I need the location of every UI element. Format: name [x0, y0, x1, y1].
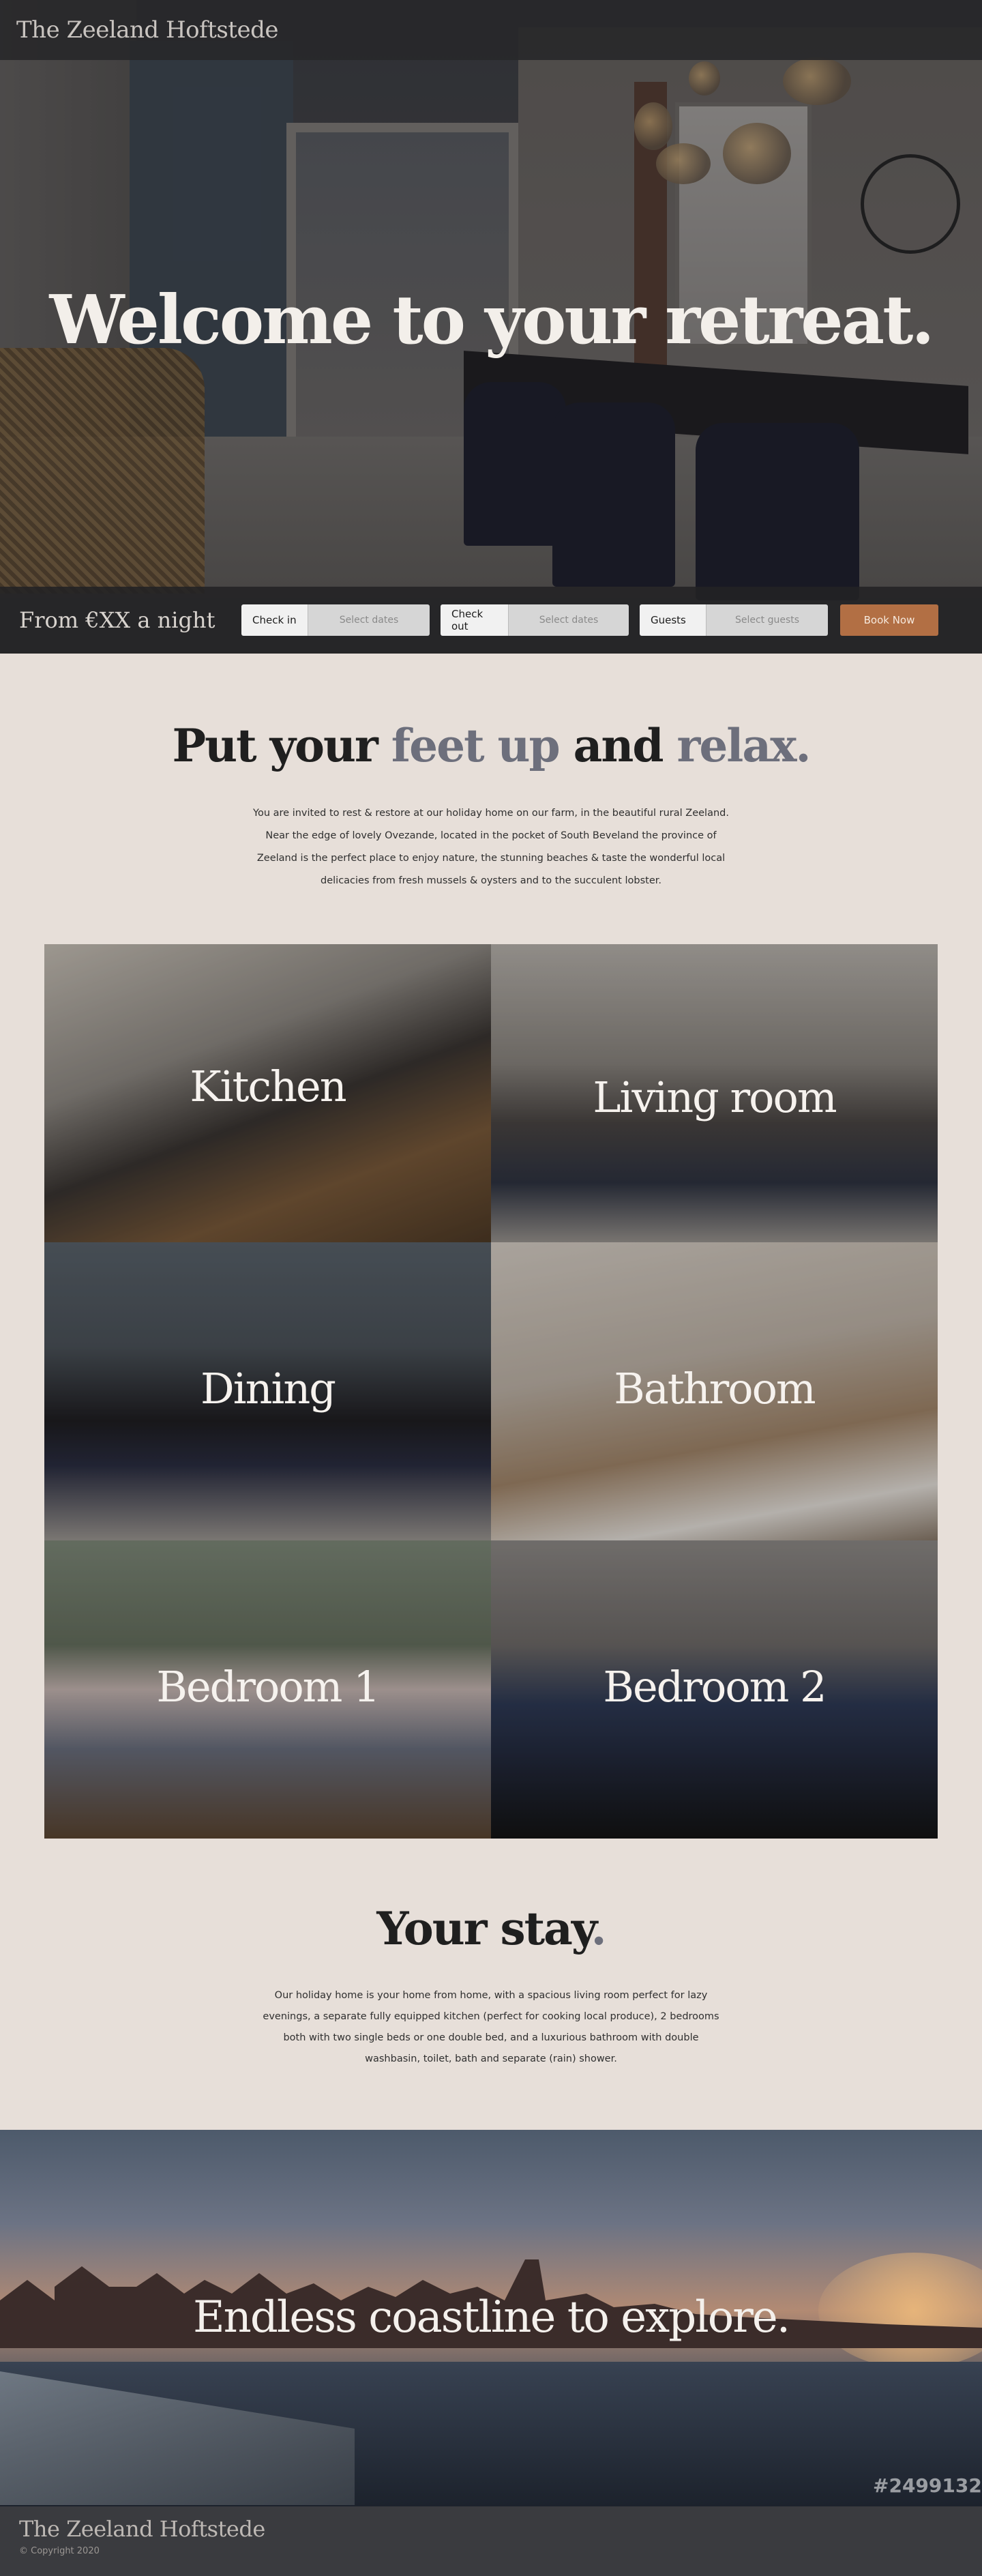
guests-field[interactable]: Guests Select guests [640, 604, 828, 636]
room-card-bathroom[interactable]: Bathroom [491, 1242, 938, 1540]
intro-text: You are invited to rest & restore at our… [253, 808, 729, 886]
site-header: The Zeeland Hoftstede [0, 0, 982, 60]
price-text: From €XX a night [19, 607, 215, 633]
intro-title-accent: feet up [391, 719, 561, 772]
stay-section: Your stay. Our holiday home is your home… [0, 1839, 982, 2130]
room-title: Bathroom [614, 1364, 816, 1414]
checkin-field[interactable]: Check in Select dates [241, 604, 430, 636]
coast-title: Endless coastline to explore. [192, 2292, 790, 2343]
room-title: Kitchen [190, 1062, 346, 1111]
checkout-label: Check out [441, 604, 509, 636]
stock-image-id: #249913291 [873, 2474, 982, 2497]
intro-section: Put your feet up and relax. You are invi… [0, 654, 982, 944]
stay-title-accent: . [591, 1902, 607, 1955]
rooms-grid: Kitchen Living room Dining Bathroom Bedr… [44, 944, 938, 1839]
room-title: Living room [593, 1072, 837, 1122]
room-title: Bedroom 1 [156, 1662, 380, 1712]
coast-banner: Endless coastline to explore. #249913291 [0, 2130, 982, 2506]
room-title: Dining [200, 1364, 336, 1414]
checkin-label: Check in [241, 604, 308, 636]
stay-title-part: Your stay [376, 1902, 592, 1955]
room-card-dining[interactable]: Dining [44, 1242, 491, 1540]
room-card-living-room[interactable]: Living room [491, 944, 938, 1242]
intro-title: Put your feet up and relax. [0, 719, 982, 772]
checkin-input[interactable]: Select dates [308, 604, 430, 636]
hero-section: Welcome to your retreat. From €XX a nigh… [0, 0, 982, 654]
room-card-kitchen[interactable]: Kitchen [44, 944, 491, 1242]
stay-text: Our holiday home is your home from home,… [263, 1990, 719, 2064]
checkout-field[interactable]: Check out Select dates [441, 604, 629, 636]
hero-title: Welcome to your retreat. [49, 281, 934, 360]
room-card-bedroom-2[interactable]: Bedroom 2 [491, 1540, 938, 1839]
intro-title-part: and [559, 719, 677, 772]
room-title: Bedroom 2 [603, 1662, 827, 1712]
copyright-text: © Copyright 2020 [19, 2546, 100, 2556]
guests-label: Guests [640, 604, 706, 636]
intro-title-accent: relax. [676, 719, 812, 772]
room-card-bedroom-1[interactable]: Bedroom 1 [44, 1540, 491, 1839]
book-now-button[interactable]: Book Now [840, 604, 938, 636]
booking-bar: From €XX a night Check in Select dates C… [0, 587, 982, 654]
stay-title: Your stay. [0, 1902, 982, 1955]
intro-title-part: Put your [172, 719, 391, 772]
guests-select[interactable]: Select guests [706, 604, 828, 636]
checkout-input[interactable]: Select dates [509, 604, 629, 636]
site-footer: The Zeeland Hoftstede © Copyright 2020 [0, 2506, 982, 2576]
site-logo[interactable]: The Zeeland Hoftstede [16, 16, 278, 44]
footer-logo[interactable]: The Zeeland Hoftstede [19, 2516, 963, 2542]
